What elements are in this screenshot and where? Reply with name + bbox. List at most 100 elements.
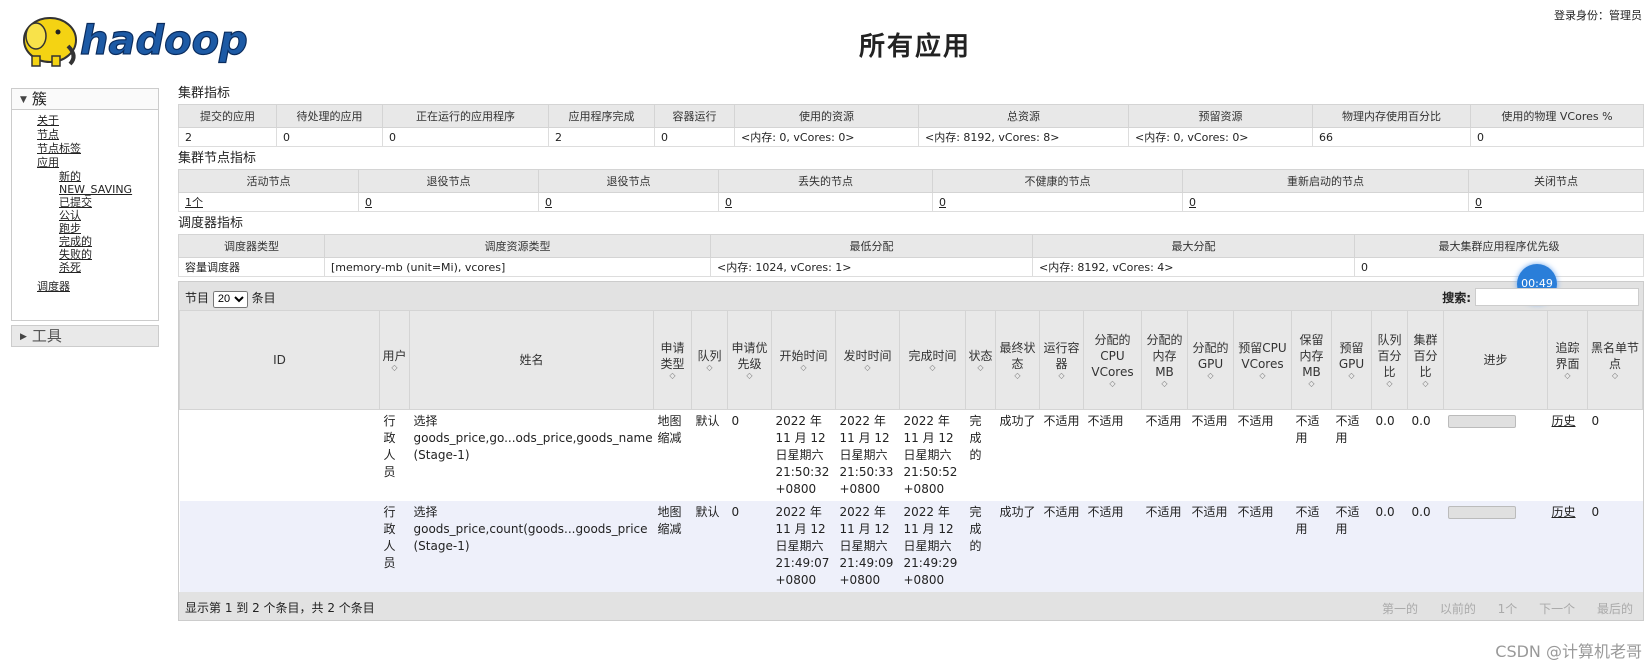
final-status-cell: 成功了	[999, 414, 1036, 428]
table-row[interactable]: 行政人员 选择 goods_price,go...ods_price,goods…	[180, 410, 1643, 502]
sidebar-item-nodes[interactable]: 节点	[37, 128, 158, 142]
column-header[interactable]: 最大分配	[1032, 234, 1355, 258]
app-state-new[interactable]: 新的	[59, 170, 158, 183]
tools-accordion-header[interactable]: ▶ 工具	[11, 325, 159, 347]
sort-icon: ◇	[706, 363, 713, 372]
app-state-failed[interactable]: 失败的	[59, 248, 158, 261]
column-header[interactable]: 提交的应用	[178, 104, 277, 128]
sort-icon: ◇	[1014, 371, 1021, 380]
decommissioned-nodes-link[interactable]: 0	[545, 196, 552, 209]
main-content: 集群指标 提交的应用 待处理的应用 正在运行的应用程序 应用程序完成 容器运行 …	[178, 84, 1644, 621]
column-header-running-containers[interactable]: 运行容器 ◇	[1039, 310, 1084, 410]
sort-icon: ◇	[864, 363, 871, 372]
column-header-launch-time[interactable]: 发时时间 ◇	[835, 310, 900, 410]
column-header[interactable]: 最低分配	[710, 234, 1033, 258]
column-header-allocated-gpu[interactable]: 分配的GPU ◇	[1187, 310, 1234, 410]
column-header-priority[interactable]: 申请优先级 ◇	[727, 310, 772, 410]
column-header[interactable]: 容器运行	[654, 104, 735, 128]
column-header[interactable]: 调度资源类型	[324, 234, 711, 258]
search-input[interactable]	[1475, 288, 1639, 306]
cluster-metrics-table: 提交的应用 待处理的应用 正在运行的应用程序 应用程序完成 容器运行 使用的资源…	[178, 104, 1644, 147]
column-header[interactable]: 正在运行的应用程序	[382, 104, 549, 128]
pager-page-1[interactable]: 1个	[1498, 602, 1518, 616]
column-header[interactable]: 丢失的节点	[718, 169, 933, 193]
column-header[interactable]: 预留资源	[1128, 104, 1313, 128]
page-length-select[interactable]: 20	[212, 290, 248, 308]
column-header[interactable]: 待处理的应用	[276, 104, 383, 128]
queue-percent-cell: 0.0	[1371, 501, 1408, 592]
column-header-allocated-cpu[interactable]: 分配的CPU VCores ◇	[1083, 310, 1142, 410]
unhealthy-nodes-link[interactable]: 0	[939, 196, 946, 209]
rebooted-nodes-link[interactable]: 0	[1189, 196, 1196, 209]
column-header-queue-percent[interactable]: 队列百分比 ◇	[1371, 310, 1408, 410]
app-id-cell[interactable]	[179, 501, 380, 592]
app-name-cell: 选择 goods_price,go...ods_price,goods_name…	[413, 414, 653, 462]
metric-value: 容量调度器	[178, 257, 325, 277]
column-header[interactable]: 调度器类型	[178, 234, 325, 258]
column-header[interactable]: 总资源	[918, 104, 1129, 128]
sidebar-item-node-labels[interactable]: 节点标签	[37, 142, 158, 156]
caret-right-icon: ▶	[20, 331, 27, 342]
column-header[interactable]: 应用程序完成	[548, 104, 655, 128]
queue-cell: 默认	[691, 501, 728, 592]
column-header-tracking-ui[interactable]: 追踪界面 ◇	[1547, 310, 1588, 410]
applications-header-row: ID 用户 ◇ 姓名 申请类型 ◇ 队列 ◇ 申请优先级 ◇ 开始时间 ◇ 发时时间 ◇ 完…	[179, 310, 1643, 410]
column-header-name[interactable]: 姓名	[409, 310, 654, 410]
column-header[interactable]: 最大集群应用程序优先级	[1354, 234, 1644, 258]
scheduler-metrics-title: 调度器指标	[178, 216, 244, 231]
column-header[interactable]: 使用的资源	[734, 104, 919, 128]
column-header-progress[interactable]: 进步	[1443, 310, 1548, 410]
column-header-cluster-percent[interactable]: 集群百分比 ◇	[1407, 310, 1444, 410]
column-header-reserved-memory[interactable]: 保留内存MB ◇	[1291, 310, 1332, 410]
state-cell: 完成的	[965, 501, 996, 592]
progress-bar	[1447, 506, 1516, 519]
column-header-state[interactable]: 状态 ◇	[965, 310, 996, 410]
column-header[interactable]: 不健康的节点	[932, 169, 1183, 193]
active-nodes-link[interactable]: 1个	[185, 196, 203, 209]
pager-previous[interactable]: 以前的	[1440, 602, 1476, 616]
cluster-accordion-header[interactable]: ▼ 簇	[11, 88, 159, 110]
column-header-reserved-gpu[interactable]: 预留GPU ◇	[1331, 310, 1372, 410]
column-header[interactable]: 活动节点	[178, 169, 359, 193]
column-header-id[interactable]: ID	[179, 310, 380, 410]
app-state-finished[interactable]: 完成的	[59, 235, 158, 248]
finish-time-cell: 2022 年 11 月 12 日星期六 21:50:52 +0800	[903, 414, 958, 496]
column-header-type[interactable]: 申请类型 ◇	[653, 310, 692, 410]
column-header-blacklisted-nodes[interactable]: 黑名单节点 ◇	[1587, 310, 1643, 410]
column-header[interactable]: 关闭节点	[1468, 169, 1644, 193]
column-header-reserved-cpu[interactable]: 预留CPU VCores ◇	[1233, 310, 1292, 410]
shutdown-nodes-link[interactable]: 0	[1475, 196, 1482, 209]
column-header-queue[interactable]: 队列 ◇	[691, 310, 728, 410]
column-header[interactable]: 退役节点	[358, 169, 539, 193]
sort-icon: ◇	[391, 363, 398, 372]
column-header-start-time[interactable]: 开始时间 ◇	[771, 310, 836, 410]
column-header-user[interactable]: 用户 ◇	[379, 310, 410, 410]
sidebar-item-applications[interactable]: 应用	[37, 156, 158, 170]
column-header[interactable]: 使用的物理 VCores %	[1470, 104, 1644, 128]
sidebar-item-scheduler[interactable]: 调度器	[37, 280, 158, 294]
column-header-final-status[interactable]: 最终状态 ◇	[995, 310, 1040, 410]
priority-cell: 0	[727, 501, 772, 592]
column-header-finish-time[interactable]: 完成时间 ◇	[899, 310, 966, 410]
column-header[interactable]: 退役节点	[538, 169, 719, 193]
app-state-running[interactable]: 跑步	[59, 222, 158, 235]
sidebar-item-about[interactable]: 关于	[37, 114, 158, 128]
app-state-new-saving[interactable]: NEW_SAVING	[59, 183, 158, 196]
history-link[interactable]: 历史	[1552, 505, 1576, 519]
lost-nodes-link[interactable]: 0	[725, 196, 732, 209]
pager-next[interactable]: 下一个	[1539, 602, 1575, 616]
column-header[interactable]: 物理内存使用百分比	[1312, 104, 1471, 128]
history-link[interactable]: 历史	[1552, 414, 1576, 428]
pager-last[interactable]: 最后的	[1597, 602, 1633, 616]
column-header-allocated-memory[interactable]: 分配的内存MB ◇	[1141, 310, 1188, 410]
app-state-accepted[interactable]: 公认	[59, 209, 158, 222]
table-row[interactable]: 行政人员 选择 goods_price,count(goods...goods_…	[179, 501, 1643, 592]
column-header[interactable]: 重新启动的节点	[1182, 169, 1469, 193]
app-state-killed[interactable]: 杀死	[59, 261, 158, 274]
app-state-submitted[interactable]: 已提交	[59, 196, 158, 209]
cluster-metrics-header-row: 提交的应用 待处理的应用 正在运行的应用程序 应用程序完成 容器运行 使用的资源…	[178, 104, 1644, 128]
pager-first[interactable]: 第一的	[1382, 602, 1418, 616]
app-id-cell[interactable]	[180, 410, 380, 502]
metric-value: <内存: 0, vCores: 0>	[734, 127, 919, 147]
decommissioning-nodes-link[interactable]: 0	[365, 196, 372, 209]
